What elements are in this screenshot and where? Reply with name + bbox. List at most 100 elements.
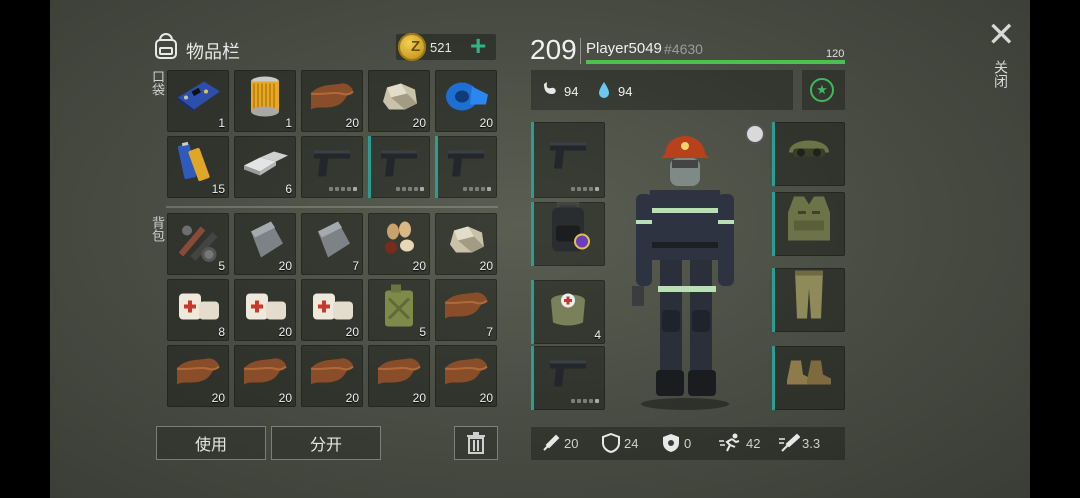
durability-dot bbox=[347, 187, 351, 191]
item-count: 1 bbox=[285, 116, 292, 130]
durability-dot bbox=[396, 187, 400, 191]
pocket-slot[interactable]: 1 bbox=[167, 70, 229, 132]
backpack-slot[interactable]: 20 bbox=[301, 345, 363, 407]
level-separator bbox=[580, 38, 581, 64]
close-label[interactable]: 关闭 bbox=[991, 60, 1011, 88]
item-count: 20 bbox=[479, 391, 493, 405]
backpack-icon bbox=[155, 33, 177, 59]
backpack-slot[interactable]: 20 bbox=[435, 213, 497, 275]
pocket-slot[interactable]: 15 bbox=[167, 136, 229, 198]
backpack-slot[interactable]: 20 bbox=[234, 279, 296, 341]
durability-dot bbox=[329, 187, 333, 191]
circuit-board-icon bbox=[174, 79, 222, 118]
durability-dot bbox=[408, 187, 412, 191]
coin-count: 521 bbox=[430, 40, 452, 55]
backpack-slot[interactable]: 20 bbox=[234, 213, 296, 275]
inventory-title: 物品栏 bbox=[186, 42, 240, 62]
trash-button[interactable] bbox=[454, 426, 498, 460]
game-screen: 物品栏 Z 521 + 口袋 背包 使用 分开 209 Player5049 #… bbox=[50, 0, 1030, 498]
equipment-left-slot[interactable] bbox=[531, 202, 605, 266]
pocket-slot[interactable]: 20 bbox=[435, 70, 497, 132]
equipment-right-slot[interactable] bbox=[772, 192, 845, 256]
durability-dot bbox=[414, 187, 418, 191]
durability-dot bbox=[589, 187, 593, 191]
slot-highlight-bar bbox=[772, 122, 775, 186]
sword-icon bbox=[543, 434, 560, 451]
backpack-slot[interactable]: 20 bbox=[435, 345, 497, 407]
equipment-right-slot[interactable] bbox=[772, 268, 845, 332]
item-count: 4 bbox=[594, 328, 601, 342]
split-button[interactable]: 分开 bbox=[271, 426, 381, 460]
leather-icon bbox=[173, 354, 223, 393]
trash-icon bbox=[467, 432, 485, 454]
slot-highlight-bar bbox=[531, 202, 534, 266]
item-count: 20 bbox=[412, 391, 426, 405]
leather-icon bbox=[307, 354, 357, 393]
item-count: 7 bbox=[352, 259, 359, 273]
leather-icon bbox=[441, 354, 491, 393]
durability-dot bbox=[583, 187, 587, 191]
backpack-slot[interactable]: 20 bbox=[234, 345, 296, 407]
tools-icon bbox=[173, 214, 223, 269]
player-character bbox=[632, 136, 734, 410]
backpack-slot[interactable]: 20 bbox=[167, 345, 229, 407]
item-count: 1 bbox=[218, 116, 225, 130]
equipment-left-slot[interactable] bbox=[531, 346, 605, 410]
durability-dot bbox=[589, 399, 593, 403]
equipment-right-slot[interactable] bbox=[772, 346, 845, 410]
backpack-slot[interactable]: 20 bbox=[368, 213, 430, 275]
durability-dots bbox=[329, 187, 357, 191]
coin-symbol: Z bbox=[411, 38, 421, 55]
item-count: 20 bbox=[278, 259, 292, 273]
item-count: 7 bbox=[486, 325, 493, 339]
pocket-slot[interactable]: 20 bbox=[368, 70, 430, 132]
player-name: Player5049 bbox=[586, 40, 662, 57]
equipment-left-slot[interactable] bbox=[531, 122, 605, 198]
backpack-slot[interactable]: 7 bbox=[301, 213, 363, 275]
add-coins-button[interactable]: + bbox=[470, 32, 486, 60]
durability-dot bbox=[402, 187, 406, 191]
item-count: 20 bbox=[345, 116, 359, 130]
backpack-label: 背包 bbox=[150, 216, 165, 242]
shield-icon bbox=[602, 433, 620, 453]
pocket-slot[interactable]: 6 bbox=[234, 136, 296, 198]
backpack-slot[interactable]: 5 bbox=[167, 213, 229, 275]
xp-bar bbox=[586, 60, 845, 64]
pocket-slot[interactable] bbox=[368, 136, 430, 198]
durability-dot bbox=[420, 187, 424, 191]
pistol-icon bbox=[546, 136, 590, 177]
backpack-slot[interactable]: 5 bbox=[368, 279, 430, 341]
slot-highlight-bar bbox=[772, 346, 775, 410]
pistol-icon bbox=[377, 144, 421, 185]
hunger-value: 94 bbox=[564, 84, 579, 99]
bandage-icon bbox=[307, 285, 357, 330]
durability-dots bbox=[396, 187, 424, 191]
slot-highlight-bar bbox=[368, 136, 371, 198]
use-button[interactable]: 使用 bbox=[156, 426, 266, 460]
leather-icon bbox=[240, 354, 290, 393]
equipment-left-slot[interactable]: 4 bbox=[531, 280, 605, 344]
backpack-slot[interactable]: 7 bbox=[435, 279, 497, 341]
backpack-slot[interactable]: 20 bbox=[301, 279, 363, 341]
pocket-slot[interactable] bbox=[301, 136, 363, 198]
pocket-slot[interactable]: 20 bbox=[301, 70, 363, 132]
leather-icon bbox=[441, 288, 491, 327]
pocket-slot[interactable] bbox=[435, 136, 497, 198]
slot-highlight-bar bbox=[772, 192, 775, 256]
close-button[interactable]: ✕ bbox=[987, 18, 1016, 52]
durability-dot bbox=[595, 187, 599, 191]
section-divider bbox=[166, 206, 498, 208]
backpack-icon bbox=[544, 202, 592, 261]
stomach-icon bbox=[544, 82, 556, 94]
backpack-slot[interactable]: 20 bbox=[368, 345, 430, 407]
radiation-badge-icon[interactable] bbox=[745, 124, 765, 144]
xp-value: 120 bbox=[826, 48, 845, 60]
durability-dot bbox=[469, 187, 473, 191]
durability-dot bbox=[463, 187, 467, 191]
equipment-right-slot[interactable] bbox=[772, 122, 845, 186]
star-badge-icon[interactable]: ★ bbox=[810, 78, 834, 102]
stone-icon bbox=[444, 222, 488, 261]
backpack-slot[interactable]: 8 bbox=[167, 279, 229, 341]
pocket-slot[interactable]: 1 bbox=[234, 70, 296, 132]
durability-dot bbox=[577, 187, 581, 191]
